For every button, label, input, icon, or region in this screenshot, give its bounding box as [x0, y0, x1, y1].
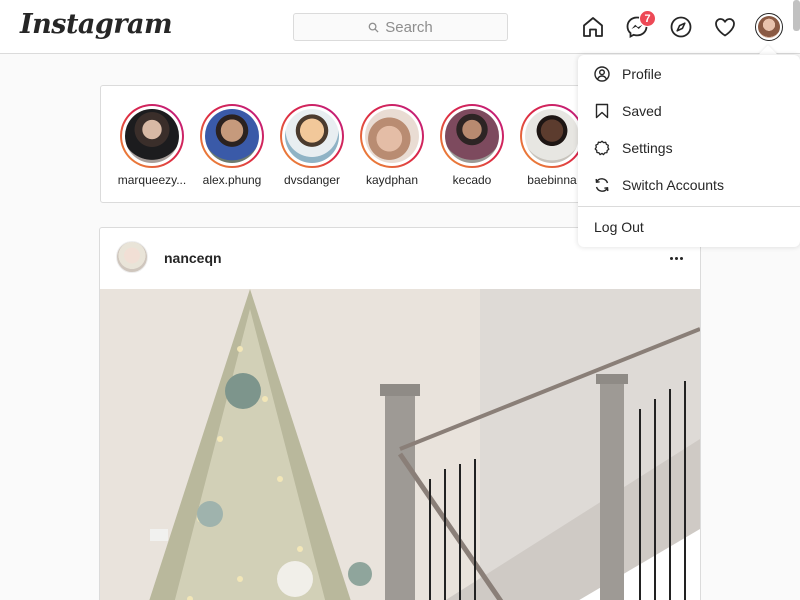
- story-avatar: [205, 109, 259, 163]
- profile-icon: [594, 65, 610, 82]
- menu-item-label: Profile: [622, 65, 662, 82]
- post-author-avatar[interactable]: [116, 241, 148, 273]
- search-icon: [368, 22, 379, 33]
- story-item[interactable]: alex.phung: [192, 104, 272, 187]
- menu-item-settings[interactable]: Settings: [578, 129, 800, 166]
- story-avatar: [525, 109, 579, 163]
- story-item[interactable]: dvsdanger: [272, 104, 352, 187]
- menu-item-saved[interactable]: Saved: [578, 92, 800, 129]
- compass-icon: [670, 16, 692, 38]
- story-username: kecado: [452, 173, 492, 187]
- post-image[interactable]: [100, 289, 700, 600]
- menu-item-label: Switch Accounts: [622, 176, 724, 193]
- story-avatar: [445, 109, 499, 163]
- story-username: alex.phung: [202, 173, 262, 187]
- menu-item-profile[interactable]: Profile: [578, 55, 800, 92]
- menu-item-switch-accounts[interactable]: Switch Accounts: [578, 166, 800, 203]
- story-avatar: [285, 109, 339, 163]
- switch-icon: [595, 177, 609, 192]
- more-options-button[interactable]: [666, 250, 686, 266]
- menu-item-logout[interactable]: Log Out: [578, 207, 800, 247]
- avatar: [758, 16, 780, 38]
- logout-label: Log Out: [594, 219, 644, 235]
- home-icon: [583, 17, 603, 37]
- story-username: marqueezy...: [117, 173, 187, 187]
- story-item[interactable]: kaydphan: [352, 104, 432, 187]
- profile-avatar-button[interactable]: [755, 13, 783, 41]
- menu-item-label: Saved: [622, 102, 662, 119]
- story-avatar: [125, 109, 179, 163]
- profile-dropdown-menu: Profile Saved Settings Switch Accounts L…: [578, 55, 800, 247]
- feed-post: nanceqn: [99, 227, 701, 600]
- instagram-logo[interactable]: Instagram: [20, 9, 173, 40]
- post-photo-illustration: [100, 289, 700, 600]
- story-item[interactable]: kecado: [432, 104, 512, 187]
- search-placeholder: Search: [385, 18, 433, 36]
- explore-button[interactable]: [668, 14, 694, 40]
- top-nav-bar: Instagram Search 7: [0, 0, 800, 54]
- story-username: kaydphan: [365, 173, 419, 187]
- story-username: dvsdanger: [283, 173, 341, 187]
- menu-item-label: Settings: [622, 139, 673, 156]
- scrollbar-thumb[interactable]: [793, 0, 800, 31]
- bookmark-icon: [595, 103, 609, 118]
- more-icon: [669, 256, 673, 260]
- home-button[interactable]: [580, 14, 606, 40]
- story-item[interactable]: marqueezy...: [112, 104, 192, 187]
- settings-icon: [594, 140, 610, 155]
- activity-button[interactable]: [712, 14, 738, 40]
- story-avatar: [365, 109, 419, 163]
- messages-badge: 7: [639, 10, 656, 27]
- heart-icon: [715, 18, 735, 37]
- search-box[interactable]: Search: [293, 13, 508, 41]
- post-username[interactable]: nanceqn: [164, 250, 222, 266]
